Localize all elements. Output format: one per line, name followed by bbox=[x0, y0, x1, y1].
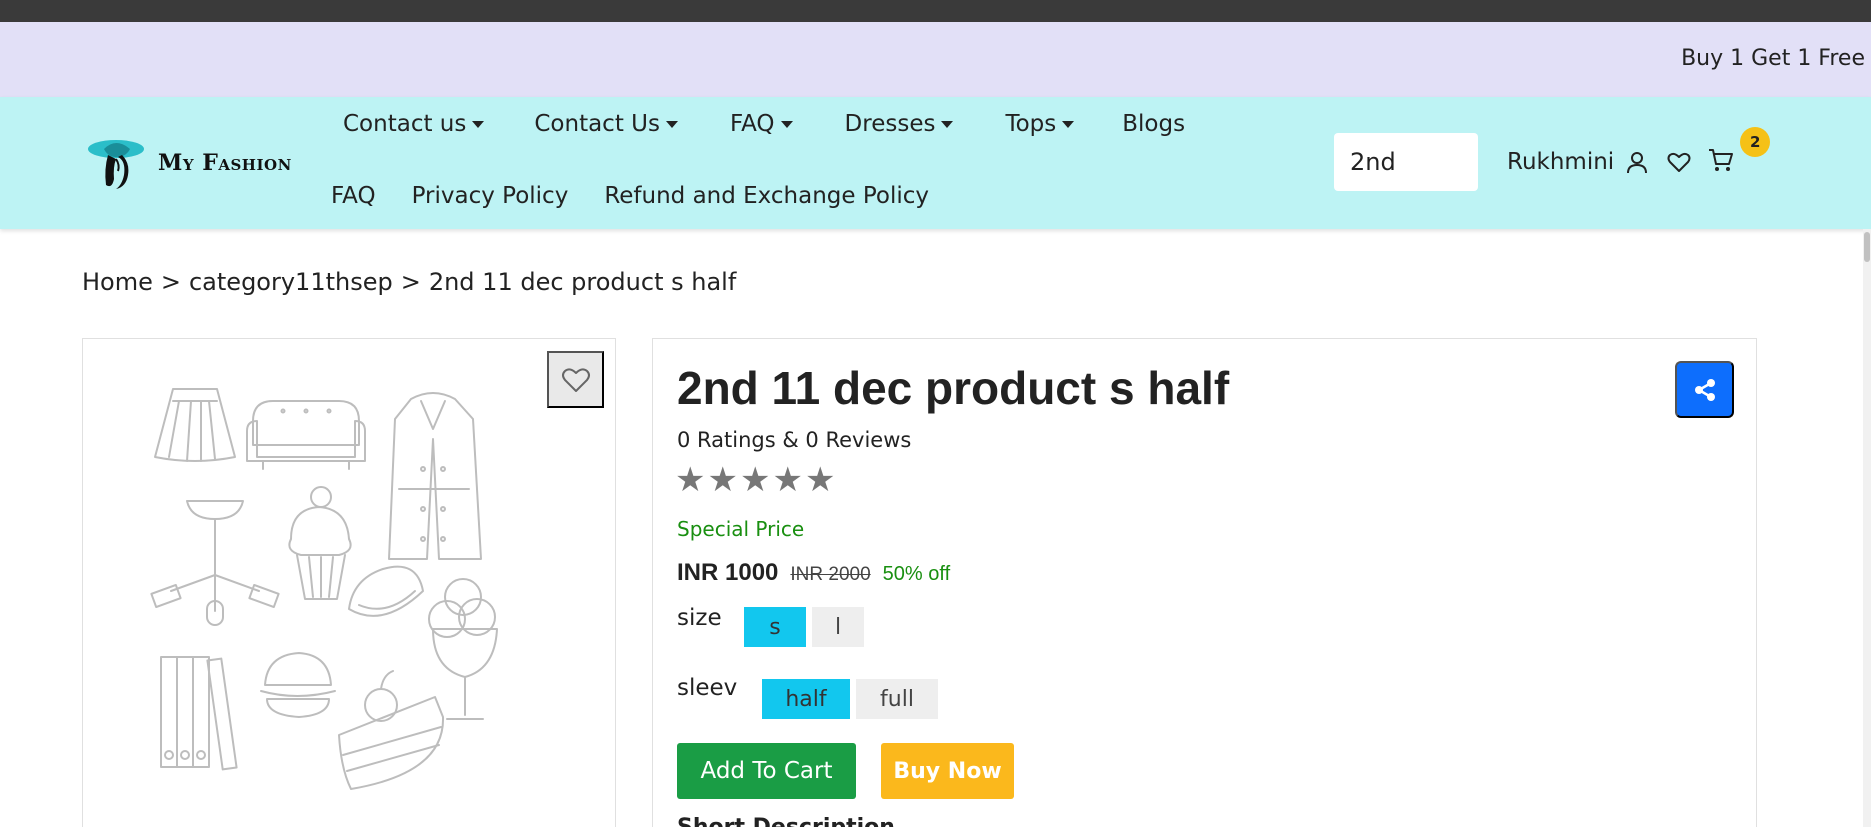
promo-text: Buy 1 Get 1 Free bbox=[1681, 46, 1865, 71]
caret-down-icon bbox=[941, 120, 954, 128]
main-navbar: My Fashion Contact us Contact Us FAQ Dre… bbox=[0, 97, 1871, 229]
star-icon: ★ bbox=[675, 460, 706, 500]
star-icon: ★ bbox=[739, 460, 771, 500]
original-price: INR 2000 bbox=[790, 564, 871, 585]
nav-label: Contact Us bbox=[534, 111, 660, 137]
nav-faq[interactable]: FAQ bbox=[331, 183, 376, 209]
share-icon bbox=[1694, 378, 1715, 401]
price-row: INR 1000 INR 2000 50% off bbox=[677, 559, 950, 587]
nav-contact-us-2-dropdown[interactable]: Contact Us bbox=[534, 111, 678, 137]
sleeve-option-half[interactable]: half bbox=[762, 679, 850, 719]
cart-icon bbox=[1709, 149, 1734, 171]
breadcrumb-category[interactable]: category11thsep bbox=[189, 268, 393, 296]
discount-percent: 50% off bbox=[882, 563, 951, 585]
rating-stars: ★ ★ ★ ★ ★ bbox=[675, 463, 835, 497]
special-price-label: Special Price bbox=[677, 517, 805, 541]
star-icon: ★ bbox=[772, 460, 803, 500]
nav-label: FAQ bbox=[729, 111, 775, 137]
browser-bookmarks-bar bbox=[0, 0, 1871, 22]
product-title: 2nd 11 dec product s half bbox=[677, 362, 1230, 414]
caret-down-icon bbox=[1062, 120, 1075, 128]
nav-label: Tops bbox=[1005, 111, 1057, 137]
nav-faq-dropdown[interactable]: FAQ bbox=[730, 111, 793, 137]
nav-label: Blogs bbox=[1122, 111, 1186, 137]
search-input[interactable] bbox=[1334, 133, 1478, 191]
page-scrollbar[interactable] bbox=[1863, 229, 1871, 827]
breadcrumb-home[interactable]: Home bbox=[82, 268, 153, 296]
nav-label: Contact us bbox=[343, 111, 467, 137]
buy-now-button[interactable]: Buy Now bbox=[881, 743, 1014, 799]
product-image-card bbox=[82, 338, 616, 827]
nav-contact-us-dropdown[interactable]: Contact us bbox=[343, 111, 485, 137]
logo-woman-hat-icon bbox=[88, 140, 144, 189]
ratings-reviews-count: 0 Ratings & 0 Reviews bbox=[677, 428, 912, 452]
sleeve-label: sleev bbox=[677, 675, 738, 701]
size-options: s l bbox=[744, 607, 864, 647]
brand-name: My Fashion bbox=[158, 150, 292, 176]
primary-nav: Contact us Contact Us FAQ Dresses Tops B… bbox=[343, 111, 1185, 137]
scrollbar-thumb[interactable] bbox=[1864, 232, 1870, 262]
star-icon: ★ bbox=[707, 460, 738, 500]
breadcrumb-current: 2nd 11 dec product s half bbox=[428, 268, 737, 296]
sleeve-option-full[interactable]: full bbox=[856, 679, 938, 719]
breadcrumb: Home > category11thsep > 2nd 11 dec prod… bbox=[82, 268, 736, 296]
breadcrumb-separator: > bbox=[400, 268, 421, 296]
sleeve-options: half full bbox=[762, 679, 938, 719]
product-detail-card: 2nd 11 dec product s half 0 Ratings & 0 … bbox=[652, 338, 1757, 827]
caret-down-icon bbox=[780, 120, 793, 128]
star-icon: ★ bbox=[804, 460, 836, 500]
promo-bar: Buy 1 Get 1 Free bbox=[0, 22, 1871, 97]
breadcrumb-separator: > bbox=[160, 268, 181, 296]
nav-label: Dresses bbox=[844, 111, 936, 137]
add-to-cart-button[interactable]: Add To Cart bbox=[677, 743, 856, 799]
heart-icon bbox=[561, 367, 590, 392]
current-price: INR 1000 bbox=[677, 559, 779, 586]
cart-button[interactable]: 2 bbox=[1708, 127, 1771, 177]
size-option-s[interactable]: s bbox=[744, 607, 806, 647]
cart-count-badge: 2 bbox=[1740, 127, 1771, 157]
nav-dresses-dropdown[interactable]: Dresses bbox=[845, 111, 954, 137]
nav-privacy-policy[interactable]: Privacy Policy bbox=[412, 183, 569, 209]
nav-refund-exchange-policy[interactable]: Refund and Exchange Policy bbox=[604, 183, 929, 209]
heart-icon[interactable] bbox=[1666, 149, 1692, 175]
secondary-nav: FAQ Privacy Policy Refund and Exchange P… bbox=[331, 183, 929, 209]
caret-down-icon bbox=[665, 120, 678, 128]
user-icon[interactable] bbox=[1624, 149, 1650, 175]
share-button[interactable] bbox=[1675, 361, 1734, 418]
brand-logo[interactable]: My Fashion bbox=[86, 135, 292, 191]
caret-down-icon bbox=[472, 120, 485, 128]
user-name-link[interactable]: Rukhmini bbox=[1507, 149, 1614, 175]
size-option-l[interactable]: l bbox=[812, 607, 864, 647]
user-area: Rukhmini 2 bbox=[1507, 127, 1771, 177]
nav-blogs[interactable]: Blogs bbox=[1122, 111, 1185, 137]
product-placeholder-image bbox=[150, 388, 498, 790]
size-label: size bbox=[677, 605, 722, 631]
short-description-heading: Short Description bbox=[677, 815, 895, 827]
nav-tops-dropdown[interactable]: Tops bbox=[1005, 111, 1075, 137]
